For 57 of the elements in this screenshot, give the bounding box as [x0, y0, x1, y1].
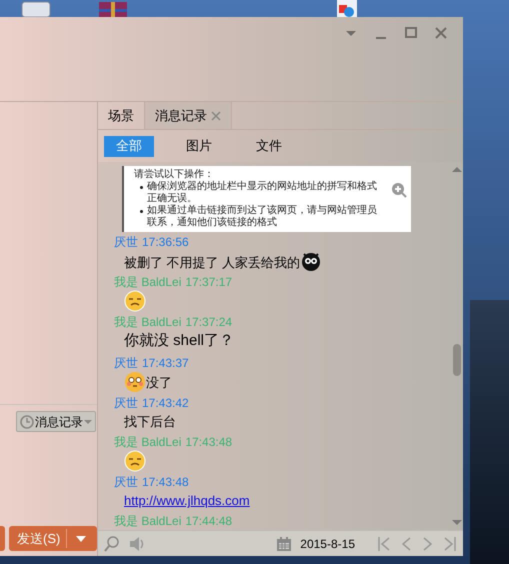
caret-icon[interactable]	[75, 534, 88, 542]
maximize-icon[interactable]	[403, 25, 419, 41]
sender-name: 我是 BaldLei	[114, 512, 182, 530]
caret-icon	[84, 418, 92, 424]
tab[interactable]: 场景	[98, 102, 145, 129]
message-time: 17:36:56	[142, 234, 189, 251]
close-icon[interactable]	[433, 25, 449, 41]
owl-face-icon	[300, 250, 322, 272]
first-page-icon[interactable]	[377, 536, 391, 552]
filter-button[interactable]: 全部	[104, 136, 154, 156]
bullet-icon	[140, 210, 143, 213]
next-icon[interactable]	[421, 536, 435, 552]
previous-icon[interactable]	[399, 536, 413, 552]
scroll-down-icon[interactable]	[452, 520, 462, 526]
speaker-icon[interactable]	[128, 536, 146, 552]
clock-icon	[20, 414, 34, 428]
calendar-icon[interactable]	[276, 536, 292, 552]
sender-name: 厌世	[114, 354, 138, 372]
zoom-in-icon[interactable]	[391, 182, 407, 198]
history-button[interactable]: 消息记录	[16, 411, 96, 432]
flushed-face-icon	[124, 370, 146, 393]
sender-name: 我是 BaldLei	[114, 274, 182, 292]
bullet-icon	[140, 186, 143, 189]
sender-name: 厌世	[114, 394, 138, 412]
document-icon[interactable]	[335, 0, 359, 17]
message-link[interactable]: http://www.jlhqds.com	[124, 491, 250, 511]
message-time: 17:43:42	[142, 394, 189, 412]
send-button[interactable]: 发送(S)	[9, 526, 97, 551]
message-time: 17:37:24	[185, 314, 232, 332]
sender-name: 厌世	[114, 234, 138, 251]
scrollbar-thumb[interactable]	[453, 344, 461, 376]
tab[interactable]: 消息记录	[145, 102, 232, 129]
date-label: 2015-8-15	[300, 536, 355, 552]
last-page-icon[interactable]	[443, 536, 457, 552]
message-text: 没了	[146, 374, 172, 392]
sender-name: 我是 BaldLei	[114, 434, 182, 451]
screenshot-text: 确保浏览器的地址栏中显示的网站地址的拼写和格式正确无误。	[147, 181, 378, 204]
screenshot-text: 如果通过单击链接而到达了该网页，请与网站管理员联系，通知他们该链接的格式	[147, 205, 378, 229]
message-text: 被删了 不用提了 人家丢给我的	[124, 254, 300, 272]
scroll-up-icon[interactable]	[452, 166, 462, 172]
screenshot-text: 请尝试以下操作：	[134, 169, 215, 180]
filter-button[interactable]: 图片	[174, 136, 224, 156]
close-icon[interactable]	[211, 110, 221, 120]
partial-button[interactable]	[0, 526, 5, 551]
message-time: 17:43:48	[142, 474, 189, 491]
sender-name: 我是 BaldLei	[114, 314, 182, 332]
sender-name: 厌世	[114, 474, 138, 491]
search-icon[interactable]	[104, 536, 120, 552]
message-text: 找下后台	[124, 413, 176, 432]
filter-button[interactable]: 文件	[244, 136, 294, 156]
message-time: 17:43:48	[185, 434, 232, 451]
message-time: 17:37:17	[185, 274, 232, 292]
message-time: 17:43:37	[142, 354, 189, 372]
frowning-face-icon	[124, 450, 146, 472]
message-text: 你就没 shell了？	[124, 331, 234, 352]
frowning-face-icon	[124, 290, 146, 312]
message-time: 17:44:48	[185, 512, 232, 530]
